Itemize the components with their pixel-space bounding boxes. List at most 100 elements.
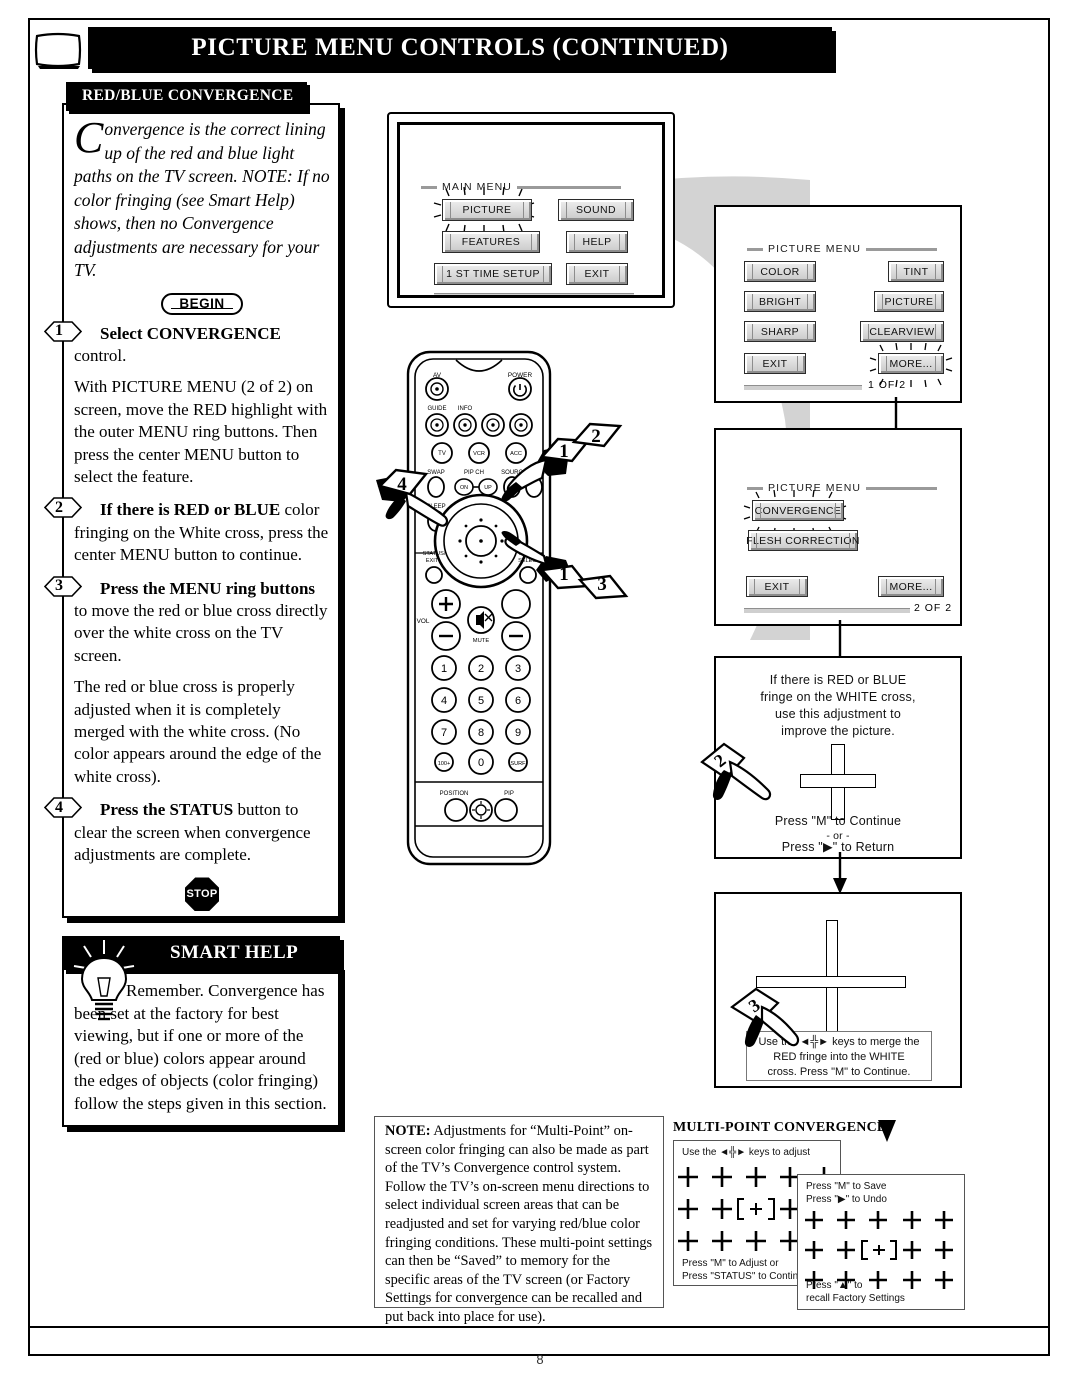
svg-text:8: 8 (478, 727, 484, 739)
picture-menu-button-tint[interactable]: TINT (888, 261, 944, 282)
main-menu-tv: MAIN MENU PICTURE FEATURES 1 ST TIME SET… (387, 112, 675, 308)
picture-menu-2-button-more[interactable]: MORE... (878, 576, 944, 597)
picture-menu-button-color[interactable]: COLOR (744, 261, 816, 282)
main-menu-button-help[interactable]: HELP (566, 231, 628, 253)
svg-text:4: 4 (441, 695, 447, 707)
section-tab-label: RED/BLUE CONVERGENCE (66, 82, 308, 111)
page-number: 8 (536, 1352, 544, 1367)
svg-text:INFO: INFO (458, 406, 473, 412)
intro-text: onvergence is the correct lining up of t… (74, 119, 330, 280)
step-1-lead: Select CONVERGENCE (100, 323, 281, 343)
step-3-rest: to move the red or blue cross directly o… (74, 600, 328, 665)
picture-menu-button-picture[interactable]: PICTURE (874, 291, 944, 312)
svg-text:1: 1 (559, 441, 569, 462)
picture-menu-button-bright[interactable]: BRIGHT (744, 291, 816, 312)
pointing-hand-icon-5: 3 (730, 985, 810, 1062)
step-3-para-1: The red or blue cross is properly adjust… (74, 677, 322, 786)
step-4-lead: Press the STATUS (100, 800, 234, 820)
step-4-text: Press the STATUS button to clear the scr… (74, 799, 330, 866)
step-3-text: Press the MENU ring buttons to move the … (74, 578, 330, 668)
svg-text:5: 5 (478, 695, 484, 707)
picture-menu-1-panel: PICTURE MENU COLOR BRIGHT SHARP EXIT TIN… (714, 205, 962, 403)
note-text: NOTE: Adjustments for “Multi-Point” on-s… (385, 1122, 657, 1327)
picture-menu-2-page-indicator: 2 OF 2 (914, 602, 953, 614)
picture-menu-2-button-flesh-correction[interactable]: FLESH CORRECTION (746, 530, 859, 551)
picture-menu-button-sharp[interactable]: SHARP (744, 321, 816, 342)
white-cross-center (802, 776, 874, 786)
svg-text:9: 9 (515, 727, 521, 739)
smart-help-title: SMART HELP (170, 942, 299, 963)
svg-text:VCR: VCR (473, 451, 485, 457)
step-1: 1 Select CONVERGENCE control. With PICTU… (44, 320, 330, 489)
multipoint-b-bottom-line-1: Press "▲" to (806, 1280, 863, 1291)
svg-text:100+: 100+ (438, 761, 451, 767)
pointing-hand-icon-4: 2 (700, 740, 780, 815)
svg-text:GUIDE: GUIDE (427, 406, 446, 412)
picture-menu-1-title-row: PICTURE MENU (742, 243, 942, 255)
steps-list: 1 Select CONVERGENCE control. With PICTU… (44, 320, 330, 867)
drop-cap: C (74, 113, 104, 162)
svg-text:PIP: PIP (504, 791, 514, 797)
main-menu-button-features[interactable]: FEATURES (442, 231, 540, 253)
main-menu-button-sound[interactable]: SOUND (558, 199, 634, 221)
step-number-diamond: 1 (44, 320, 82, 342)
step-number: 3 (55, 577, 63, 595)
intro-paragraph: Convergence is the correct lining up of … (74, 113, 330, 283)
main-menu-button-exit[interactable]: EXIT (566, 263, 628, 285)
svg-text:3: 3 (515, 663, 521, 675)
main-menu-title: MAIN MENU (442, 181, 512, 193)
svg-text:UP: UP (484, 485, 492, 491)
svg-text:7: 7 (441, 727, 447, 739)
picture-menu-button-clearview[interactable]: CLEARVIEW (860, 321, 944, 342)
note-body: Adjustments for “Multi-Point” on-screen … (385, 1123, 653, 1325)
step-1-para-1: With PICTURE MENU (2 of 2) on screen, mo… (74, 377, 328, 486)
step-number-diamond: 4 (44, 797, 82, 819)
svg-text:6: 6 (515, 695, 521, 707)
left-column-content: Convergence is the correct lining up of … (44, 113, 330, 912)
svg-text:1: 1 (441, 663, 447, 675)
step-2: 2 If there is RED or BLUE color fringing… (44, 497, 330, 566)
step-number-diamond: 3 (44, 575, 82, 597)
convergence-line-2: fringe on the WHITE cross, (760, 690, 916, 704)
svg-text:4: 4 (397, 474, 407, 495)
multipoint-b-bottom-line-2: recall Factory Settings (806, 1293, 905, 1304)
convergence-line-1: If there is RED or BLUE (769, 673, 907, 687)
callout-diamond-3: 3 (576, 562, 630, 608)
convergence-line-4: improve the picture. (781, 724, 895, 738)
page-header: PICTURE MENU CONTROLS (CONTINUED) (88, 27, 832, 69)
step-2-lead: If there is RED or BLUE (100, 500, 281, 520)
multipoint-screen-b: Press "M" to Save Press "▶" to Undo Pres… (797, 1174, 965, 1310)
svg-text:VOL: VOL (417, 618, 430, 625)
picture-menu-2-title-row: PICTURE MENU (742, 482, 942, 494)
picture-menu-2-button-exit[interactable]: EXIT (746, 576, 808, 597)
step-1-rest: control. (74, 345, 127, 365)
multipoint-title: MULTI-POINT CONVERGENCE (673, 1120, 887, 1135)
step-number: 1 (55, 322, 63, 339)
merge-caption-line-3: cross. Press "M" to Continue. (767, 1066, 911, 1078)
multipoint-b-top-line-1: Press "M" to Save (806, 1181, 887, 1192)
main-menu-button-first-time-setup[interactable]: 1 ST TIME SETUP (434, 263, 552, 285)
picture-menu-button-more[interactable]: MORE... (878, 353, 944, 374)
picture-menu-button-exit[interactable]: EXIT (744, 353, 806, 374)
light-bulb-icon (72, 938, 136, 1039)
note-label: NOTE: (385, 1123, 431, 1139)
step-number: 4 (55, 798, 63, 816)
svg-text:EXIT: EXIT (426, 558, 439, 564)
multipoint-a-top-label: Use the ◄╬► keys to adjust (682, 1147, 811, 1158)
flow-arrow-4 (876, 1118, 898, 1149)
main-menu-screen: MAIN MENU PICTURE FEATURES 1 ST TIME SET… (397, 122, 665, 298)
main-menu-title-row: MAIN MENU (416, 181, 626, 193)
svg-text:2: 2 (478, 663, 484, 675)
page-title: PICTURE MENU CONTROLS (CONTINUED) (191, 34, 729, 61)
callout-diamond-4: 4 (376, 468, 430, 514)
svg-text:0: 0 (478, 757, 484, 769)
main-menu-button-picture[interactable]: PICTURE (442, 199, 532, 221)
step-3-lead: Press the MENU ring buttons (100, 578, 316, 598)
picture-menu-2-footer-bar (744, 608, 910, 613)
svg-text:STATUS/: STATUS/ (423, 551, 446, 557)
remote-control-illustration: AV POWER GUIDE INFO TV VCR ACC SWAP PIP … (404, 348, 554, 873)
svg-text:TV: TV (438, 451, 446, 457)
callout-diamond-2: 2 (570, 420, 624, 466)
picture-menu-2-button-convergence[interactable]: CONVERGENCE (752, 500, 844, 521)
picture-menu-1-page-indicator: 1 OF 2 (868, 379, 907, 391)
